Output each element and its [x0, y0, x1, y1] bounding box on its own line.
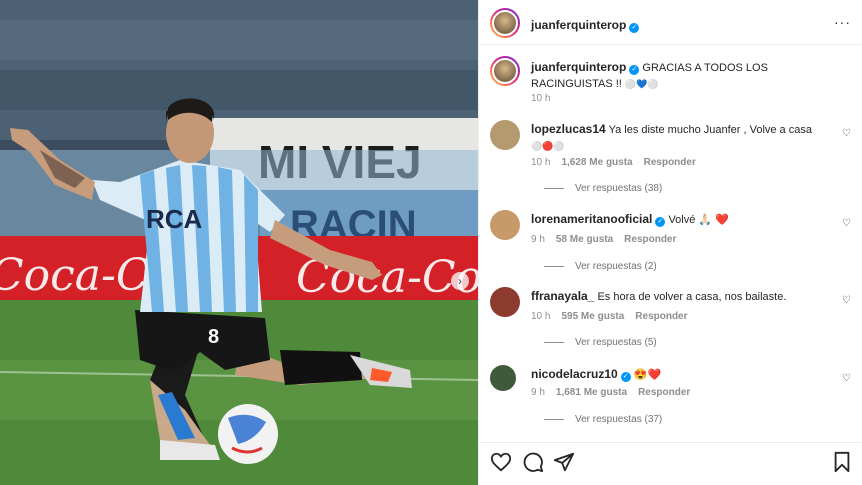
bookmark-icon[interactable] — [831, 451, 853, 473]
post-header: juanferquinterop ✓ ··· — [479, 0, 862, 45]
comment-text: Volvé 🙏🏻 ❤️ — [668, 214, 729, 226]
post-photo[interactable]: MI VIEJ RACIN Coca-Cola Coca-Cola 8 RCA — [0, 0, 478, 485]
shirt-number: 8 — [208, 326, 219, 348]
comment-username[interactable]: lorenameritanooficial — [531, 212, 652, 226]
photo-illustration: MI VIEJ RACIN Coca-Cola Coca-Cola 8 RCA — [0, 0, 478, 485]
author-avatar[interactable] — [490, 8, 520, 38]
post-panel: juanferquinterop ✓ ··· juanferquinterop ✓ … — [478, 0, 862, 485]
verified-icon: ✓ — [620, 372, 631, 382]
verified-icon: ✓ — [655, 217, 666, 227]
comment-likes[interactable]: 1,628 Me gusta — [561, 157, 632, 168]
comment-likes[interactable]: 1,681 Me gusta — [556, 387, 627, 398]
share-icon[interactable] — [553, 451, 575, 473]
view-replies-button[interactable]: Ver respuestas (2) — [544, 261, 657, 272]
view-replies-label: Ver respuestas (38) — [575, 183, 663, 194]
comment-time: 10 h — [531, 311, 551, 322]
comment-emoji: ⚪🔴⚪ — [531, 141, 565, 151]
comment-text: 😍❤️ — [633, 369, 662, 381]
comment-likes[interactable]: 58 Me gusta — [556, 234, 613, 245]
caption-time: 10 h — [531, 93, 551, 104]
comment-text: Es hora de volver a casa, nos bailaste. — [597, 291, 787, 303]
commenter-avatar[interactable] — [490, 365, 516, 391]
shirt-sponsor: RCA — [146, 204, 203, 234]
commenter-avatar[interactable] — [490, 120, 520, 150]
heart-icon[interactable]: ♡ — [842, 373, 851, 384]
view-replies-button[interactable]: Ver respuestas (5) — [544, 337, 657, 348]
reply-button[interactable]: Responder — [635, 311, 687, 322]
reply-button[interactable]: Responder — [638, 387, 690, 398]
comment-username[interactable]: ffranayala_ — [531, 289, 594, 303]
comment-time: 9 h — [531, 234, 545, 245]
more-icon[interactable]: ··· — [834, 14, 851, 30]
chevron-right-icon: › — [458, 274, 462, 288]
heart-icon[interactable]: ♡ — [842, 218, 851, 229]
comment-time: 9 h — [531, 387, 545, 398]
commenter-avatar[interactable] — [490, 210, 520, 240]
view-replies-label: Ver respuestas (37) — [575, 414, 663, 425]
verified-icon: ✓ — [629, 23, 640, 33]
heart-icon[interactable] — [490, 451, 512, 473]
commenter-avatar[interactable] — [490, 287, 520, 317]
reply-button[interactable]: Responder — [624, 234, 676, 245]
view-replies-button[interactable]: Ver respuestas (38) — [544, 183, 662, 194]
view-replies-label: Ver respuestas (5) — [575, 337, 657, 348]
comment-username[interactable]: nicodelacruz10 — [531, 367, 618, 381]
comment-username[interactable]: lopezlucas14 — [531, 122, 606, 136]
heart-icon[interactable]: ♡ — [842, 128, 851, 139]
view-replies-button[interactable]: Ver respuestas (37) — [544, 414, 662, 425]
verified-icon: ✓ — [629, 65, 640, 75]
comment-text: Ya les diste mucho Juanfer , Volve a cas… — [608, 124, 812, 136]
action-bar — [479, 442, 862, 485]
reply-button[interactable]: Responder — [644, 157, 696, 168]
caption-avatar[interactable] — [490, 56, 520, 86]
caption-username[interactable]: juanferquinterop — [531, 60, 626, 74]
comment-time: 10 h — [531, 157, 551, 168]
comment-icon[interactable] — [522, 451, 544, 473]
comment-likes[interactable]: 595 Me gusta — [561, 311, 624, 322]
next-photo-button[interactable]: › — [451, 272, 469, 290]
view-replies-label: Ver respuestas (2) — [575, 261, 657, 272]
caption-emoji: ⚪💙⚪ — [624, 79, 659, 89]
heart-icon[interactable]: ♡ — [842, 295, 851, 306]
author-username[interactable]: juanferquinterop — [531, 18, 626, 32]
